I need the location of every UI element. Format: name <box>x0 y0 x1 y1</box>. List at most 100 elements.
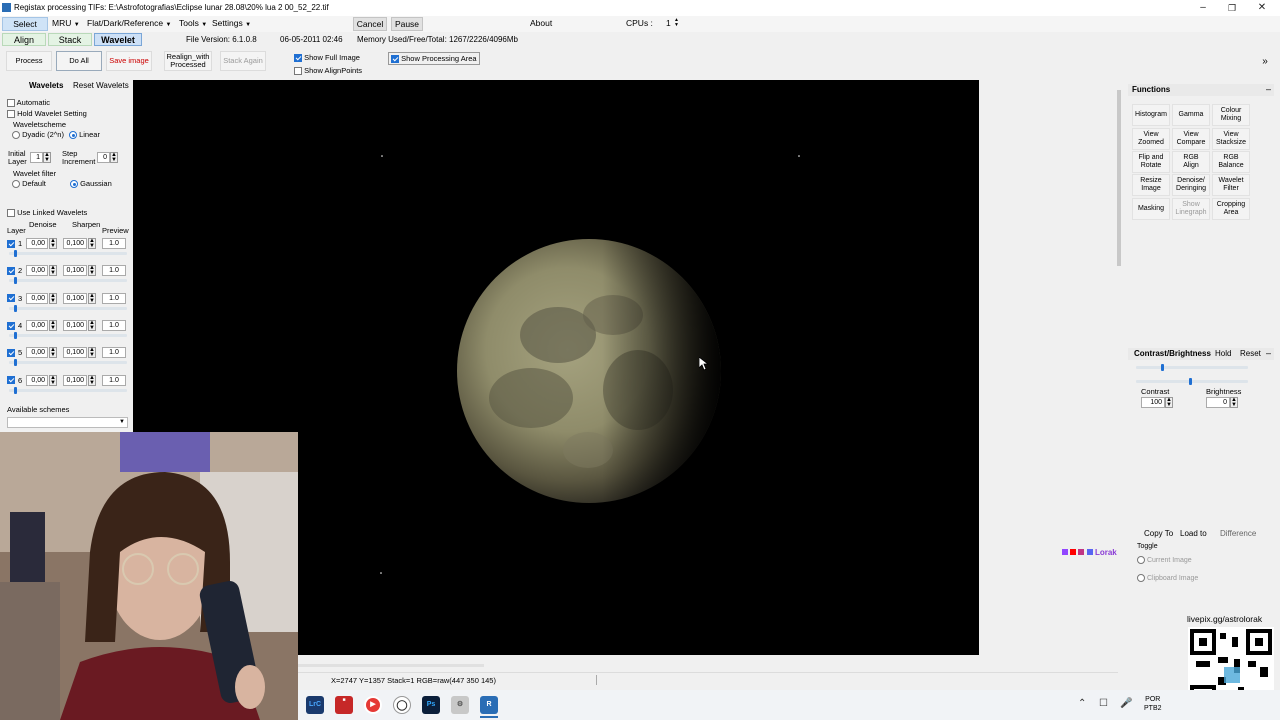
preview-input[interactable]: 1.0 <box>102 238 126 249</box>
contrast-input[interactable]: 100 <box>1141 397 1165 408</box>
brightness-slider[interactable] <box>1136 380 1248 383</box>
linear-option[interactable]: Linear <box>69 130 100 140</box>
gaussian-filter-option[interactable]: Gaussian <box>70 179 112 189</box>
collapse-icon[interactable]: – <box>1266 348 1271 358</box>
denoise-input[interactable]: 0,00 <box>26 238 48 249</box>
minimize-icon[interactable]: – <box>1191 1 1215 15</box>
obs-icon[interactable]: ◯ <box>393 696 411 714</box>
dyadic-radio[interactable] <box>12 131 20 140</box>
layer-enable-checkbox[interactable] <box>7 376 15 385</box>
show-alignpoints-checkbox[interactable] <box>294 67 302 76</box>
denoise-input[interactable]: 0,00 <box>26 374 48 386</box>
use-linked-option[interactable]: Use Linked Wavelets <box>7 208 87 218</box>
network-icon[interactable]: ☐ <box>1099 698 1108 709</box>
layer-enable-checkbox[interactable] <box>7 294 15 303</box>
layer-slider-thumb[interactable] <box>14 359 17 367</box>
difference-tab[interactable]: Difference <box>1220 529 1256 538</box>
cpus-spinner-icon[interactable]: ▲ ▼ <box>674 18 679 28</box>
layer-slider[interactable] <box>9 333 127 337</box>
gaussian-filter-radio[interactable] <box>70 180 78 189</box>
preview-input[interactable]: 1.0 <box>102 347 126 359</box>
denoise-spinner-icon[interactable]: ▲ ▼ <box>49 238 57 249</box>
flip-rotate-button[interactable]: Flip and Rotate <box>1132 151 1170 173</box>
show-processing-area-option[interactable]: Show Processing Area <box>388 52 480 66</box>
brightness-spinner-icon[interactable]: ▲ ▼ <box>1230 397 1238 408</box>
layer-slider-thumb[interactable] <box>14 386 17 394</box>
linear-radio[interactable] <box>69 131 77 140</box>
video-editor-icon[interactable]: ■ <box>335 696 353 714</box>
denoise-deringing-button[interactable]: Denoise/Deringing <box>1172 174 1210 196</box>
stack-again-button[interactable]: Stack Again <box>220 51 266 71</box>
available-schemes-select[interactable]: ▼ <box>7 417 128 428</box>
tab-wavelets[interactable]: Wavelets <box>29 81 63 90</box>
view-zoomed-button[interactable]: View Zoomed <box>1132 128 1170 150</box>
sharpen-spinner-icon[interactable]: ▲ ▼ <box>88 374 96 386</box>
histogram-button[interactable]: Histogram <box>1132 104 1170 126</box>
sharpen-input[interactable]: 0,100 <box>63 374 87 386</box>
menu-about[interactable]: About <box>530 18 552 28</box>
hold-wavelet-checkbox[interactable] <box>7 110 15 119</box>
tab-align[interactable]: Align <box>2 33 46 46</box>
chevron-up-icon[interactable]: ⌃ <box>1078 698 1086 709</box>
denoise-input[interactable]: 0,00 <box>26 265 48 277</box>
menu-flat-dark-reference[interactable]: Flat/Dark/Reference ▼ <box>87 18 171 28</box>
view-stacksize-button[interactable]: View Stacksize <box>1212 128 1250 150</box>
resize-image-button[interactable]: Resize Image <box>1132 174 1170 196</box>
contrast-slider-thumb[interactable] <box>1161 364 1164 371</box>
denoise-input[interactable]: 0,00 <box>26 292 48 304</box>
layer-slider-thumb[interactable] <box>14 331 17 339</box>
denoise-spinner-icon[interactable]: ▲ ▼ <box>49 319 57 331</box>
wavelet-filter-button[interactable]: Wavelet Filter <box>1212 174 1250 196</box>
denoise-spinner-icon[interactable]: ▲ ▼ <box>49 292 57 304</box>
sharpen-spinner-icon[interactable]: ▲ ▼ <box>88 347 96 359</box>
use-linked-checkbox[interactable] <box>7 209 15 218</box>
hold-wavelet-option[interactable]: Hold Wavelet Setting <box>7 109 87 119</box>
sharpen-spinner-icon[interactable]: ▲ ▼ <box>88 292 96 304</box>
denoise-spinner-icon[interactable]: ▲ ▼ <box>49 374 57 386</box>
microphone-icon[interactable]: 🎤 <box>1120 698 1132 709</box>
pause-button[interactable]: Pause <box>391 17 423 31</box>
media-player-icon[interactable]: ▶ <box>364 696 382 714</box>
automatic-checkbox[interactable] <box>7 99 15 108</box>
initial-layer-spinner-icon[interactable]: ▲ ▼ <box>43 152 51 163</box>
current-image-radio[interactable] <box>1137 556 1145 564</box>
cpus-value[interactable]: 1 <box>666 18 671 28</box>
denoise-input[interactable]: 0,00 <box>26 347 48 359</box>
masking-button[interactable]: Masking <box>1132 198 1170 220</box>
clipboard-image-option[interactable]: Clipboard Image <box>1137 574 1198 582</box>
layer-slider[interactable] <box>9 279 127 283</box>
menu-settings[interactable]: Settings ▼ <box>212 18 251 28</box>
layer-slider-thumb[interactable] <box>14 304 17 312</box>
layer-slider[interactable] <box>9 252 127 255</box>
cropping-area-button[interactable]: Cropping Area <box>1212 198 1250 220</box>
hold-button[interactable]: Hold <box>1215 349 1231 358</box>
view-compare-button[interactable]: View Compare <box>1172 128 1210 150</box>
realign-button[interactable]: Realign_with Processed <box>164 51 212 71</box>
sharpen-input[interactable]: 0,100 <box>63 319 87 331</box>
process-button[interactable]: Process <box>6 51 52 71</box>
layer-enable-checkbox[interactable] <box>7 239 15 248</box>
close-icon[interactable]: ✕ <box>1250 1 1274 15</box>
show-linegraph-button[interactable]: Show Linegraph <box>1172 198 1210 220</box>
preview-input[interactable]: 1.0 <box>102 374 126 386</box>
sharpen-input[interactable]: 0,100 <box>63 292 87 304</box>
contrast-spinner-icon[interactable]: ▲ ▼ <box>1165 397 1173 408</box>
menu-mru[interactable]: MRU ▼ <box>52 18 80 28</box>
copy-to-tab[interactable]: Copy To <box>1144 529 1173 538</box>
layer-slider-thumb[interactable] <box>14 277 17 285</box>
sharpen-spinner-icon[interactable]: ▲ ▼ <box>88 265 96 277</box>
tab-wavelet[interactable]: Wavelet <box>94 33 142 46</box>
denoise-input[interactable]: 0,00 <box>26 319 48 331</box>
do-all-button[interactable]: Do All <box>56 51 102 71</box>
brightness-slider-thumb[interactable] <box>1189 378 1192 385</box>
colour-mixing-button[interactable]: Colour Mixing <box>1212 104 1250 126</box>
sharpen-spinner-icon[interactable]: ▲ ▼ <box>88 238 96 249</box>
rgb-align-button[interactable]: RGB Align <box>1172 151 1210 173</box>
clipboard-image-radio[interactable] <box>1137 574 1145 582</box>
layer-enable-checkbox[interactable] <box>7 267 15 276</box>
contrast-slider[interactable] <box>1136 366 1248 369</box>
layer-enable-checkbox[interactable] <box>7 349 15 358</box>
sharpen-input[interactable]: 0,100 <box>63 238 87 249</box>
restore-icon[interactable]: ❐ <box>1220 1 1244 15</box>
select-button[interactable]: Select <box>2 17 48 31</box>
